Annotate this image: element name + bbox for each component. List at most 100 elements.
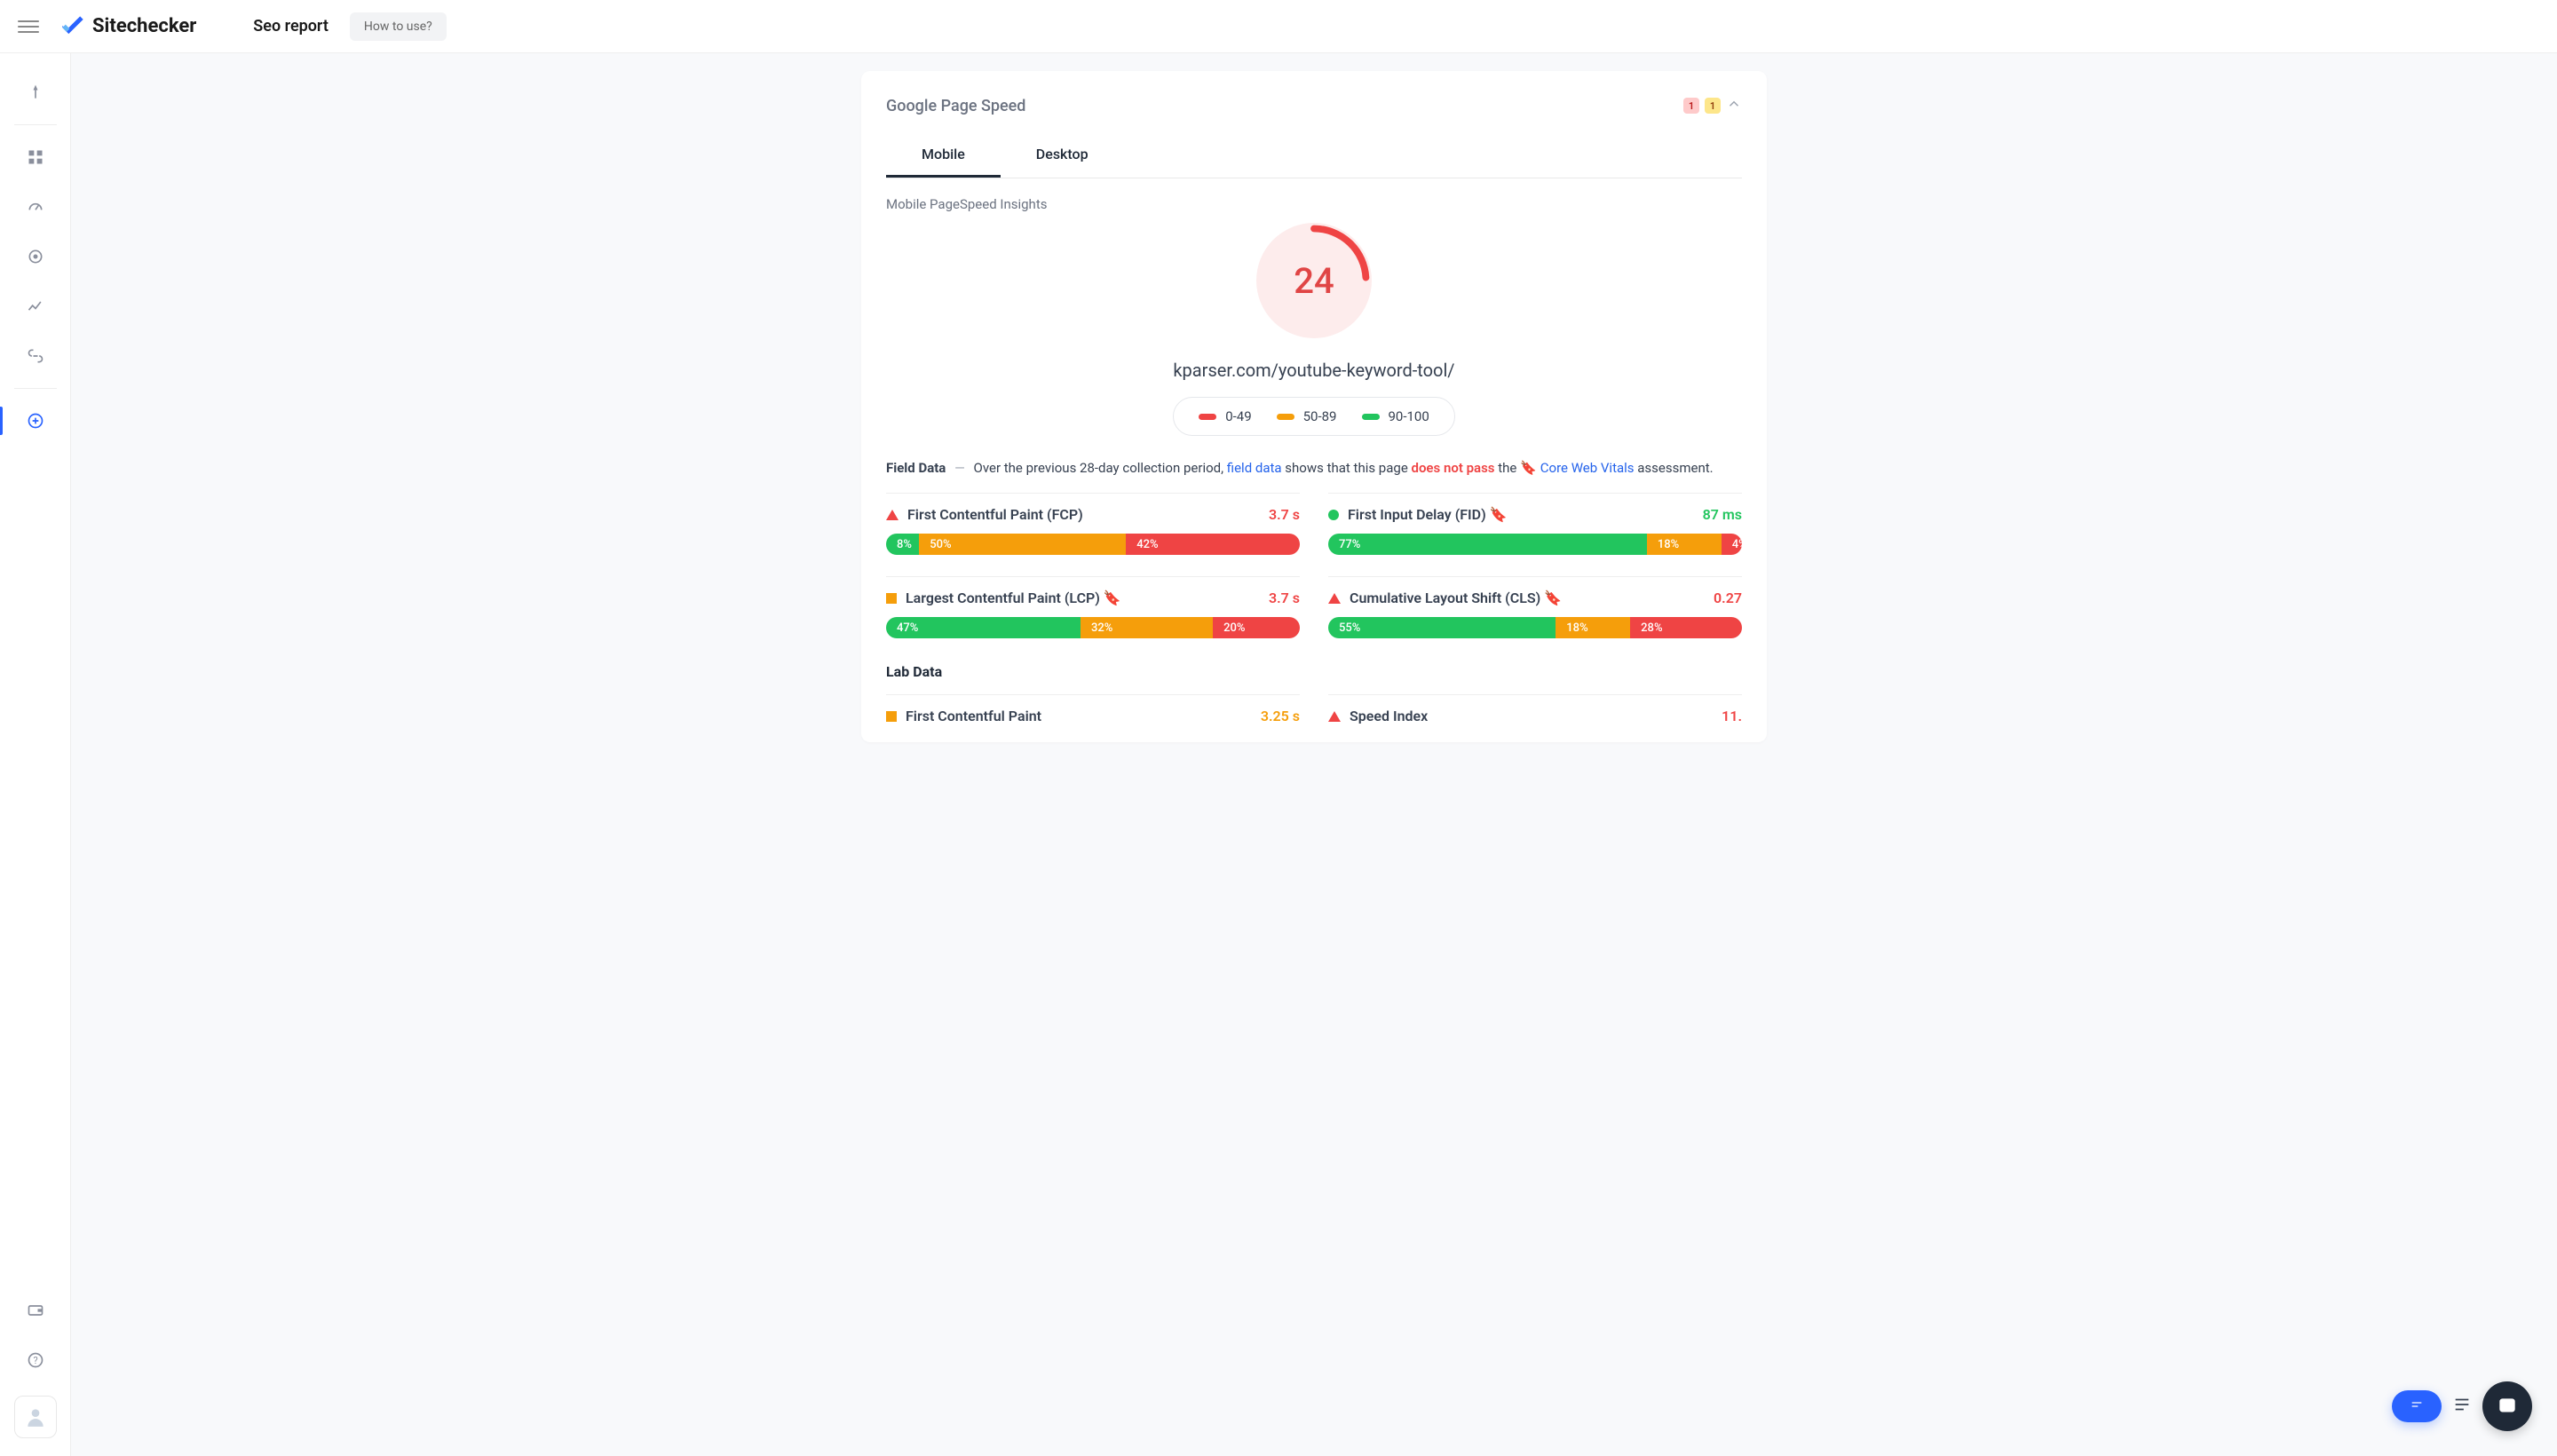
error-count-badge: 1	[1683, 98, 1699, 114]
bar-segment: 28%	[1630, 617, 1742, 638]
check-icon	[60, 14, 85, 39]
menu-toggle-icon[interactable]	[18, 16, 39, 37]
metric-name: First Input Delay (FID)🔖	[1348, 506, 1694, 523]
cwv-link[interactable]: Core Web Vitals	[1540, 460, 1635, 476]
bar-segment: 18%	[1647, 534, 1722, 555]
distribution-bar: 77%18%4%	[1328, 534, 1742, 555]
distribution-bar: 8%50%42%	[886, 534, 1300, 555]
legend-red: 0-49	[1225, 408, 1251, 424]
score-legend: 0-49 50-89 90-100	[1173, 397, 1455, 436]
brand-text: Sitechecker	[92, 15, 196, 37]
divider	[14, 124, 57, 125]
metric-row: First Input Delay (FID)🔖 87 ms 77%18%4%	[1328, 493, 1742, 555]
main-content: Google Page Speed 1 1 Mobile Desktop Mob…	[71, 53, 2557, 1456]
intercom-icon	[2496, 1395, 2519, 1418]
score-gauge: 24	[1256, 223, 1372, 338]
bar-segment: 4%	[1722, 534, 1742, 555]
how-to-button[interactable]: How to use?	[350, 12, 447, 41]
topbar: Sitechecker Seo report How to use?	[0, 0, 2557, 53]
user-avatar[interactable]	[14, 1396, 57, 1438]
metric-row: First Contentful Paint 3.25 s	[886, 694, 1300, 724]
metric-value: 87 ms	[1703, 506, 1742, 523]
pagespeed-card: Google Page Speed 1 1 Mobile Desktop Mob…	[861, 71, 1767, 742]
sidebar-item-link[interactable]	[14, 335, 57, 377]
sidebar-item-project[interactable]	[14, 71, 57, 114]
field-data-summary: Field Data — Over the previous 28-day co…	[886, 457, 1742, 479]
gauge-icon	[27, 198, 44, 216]
field-data-link[interactable]: field data	[1227, 460, 1282, 476]
sidebar-item-speed[interactable]	[14, 186, 57, 228]
bar-segment: 47%	[886, 617, 1081, 638]
tested-url: kparser.com/youtube-keyword-tool/	[1173, 360, 1454, 381]
metric-value: 3.25 s	[1261, 708, 1300, 724]
bar-segment: 55%	[1328, 617, 1556, 638]
sidebar: ?	[0, 53, 71, 1456]
help-icon: ?	[27, 1351, 44, 1369]
sidebar-item-help[interactable]: ?	[14, 1339, 57, 1381]
metric-name: First Contentful Paint	[906, 708, 1252, 724]
metric-row: First Contentful Paint (FCP) 3.7 s 8%50%…	[886, 493, 1300, 555]
bar-segment: 42%	[1126, 534, 1300, 555]
chat-fab[interactable]	[2392, 1390, 2442, 1422]
metric-name: First Contentful Paint (FCP)	[907, 506, 1260, 523]
sidebar-item-trend[interactable]	[14, 285, 57, 328]
metric-value: 3.7 s	[1269, 506, 1300, 523]
metric-row: Largest Contentful Paint (LCP)🔖 3.7 s 47…	[886, 576, 1300, 638]
bar-segment: 8%	[886, 534, 919, 555]
metric-name: Largest Contentful Paint (LCP)🔖	[906, 590, 1260, 606]
bookmark-icon: 🔖	[1544, 590, 1562, 606]
metric-value: 3.7 s	[1269, 590, 1300, 606]
page-title: Seo report	[253, 17, 329, 36]
sidebar-item-dashboard[interactable]	[14, 136, 57, 178]
metric-name: Cumulative Layout Shift (CLS)🔖	[1350, 590, 1705, 606]
distribution-bar: 47%32%20%	[886, 617, 1300, 638]
brand-logo[interactable]: Sitechecker	[60, 14, 196, 39]
warn-count-badge: 1	[1705, 98, 1721, 114]
insights-subtitle: Mobile PageSpeed Insights	[886, 196, 1742, 212]
bar-segment: 20%	[1213, 617, 1300, 638]
metric-value: 11.	[1722, 708, 1742, 724]
status-shape-icon	[886, 711, 897, 722]
trend-icon	[27, 297, 44, 315]
wallet-icon	[27, 1302, 44, 1319]
status-shape-icon	[1328, 711, 1341, 722]
metric-value: 0.27	[1714, 590, 1742, 606]
target-icon	[27, 248, 44, 265]
collapse-icon[interactable]	[1726, 96, 1742, 115]
pass-status: does not pass	[1412, 460, 1495, 476]
score-value: 24	[1256, 223, 1372, 338]
sidebar-item-wallet[interactable]	[14, 1289, 57, 1332]
svg-text:?: ?	[33, 1355, 37, 1366]
lab-data-title: Lab Data	[886, 663, 1742, 680]
card-title: Google Page Speed	[886, 97, 1025, 115]
metric-row: Speed Index 11.	[1328, 694, 1742, 724]
user-icon	[24, 1405, 47, 1428]
metric-name: Speed Index	[1350, 708, 1713, 724]
bar-segment: 32%	[1081, 617, 1213, 638]
bookmark-icon: 🔖	[1520, 460, 1537, 476]
bookmark-icon: 🔖	[1490, 506, 1508, 523]
bar-segment: 50%	[919, 534, 1126, 555]
legend-green: 90-100	[1389, 408, 1429, 424]
status-shape-icon	[886, 510, 899, 520]
tab-mobile[interactable]: Mobile	[886, 133, 1001, 178]
divider	[14, 388, 57, 389]
metric-row: Cumulative Layout Shift (CLS)🔖 0.27 55%1…	[1328, 576, 1742, 638]
status-shape-icon	[886, 593, 897, 604]
pin-icon	[27, 83, 44, 101]
notes-icon[interactable]	[2452, 1395, 2472, 1418]
field-data-label: Field Data	[886, 460, 946, 476]
distribution-bar: 55%18%28%	[1328, 617, 1742, 638]
legend-amber: 50-89	[1303, 408, 1337, 424]
tab-desktop[interactable]: Desktop	[1001, 133, 1124, 178]
bookmark-icon: 🔖	[1104, 590, 1121, 606]
sidebar-item-target[interactable]	[14, 235, 57, 278]
plus-circle-icon	[27, 412, 44, 430]
device-tabs: Mobile Desktop	[886, 133, 1742, 178]
grid-icon	[27, 148, 44, 166]
intercom-fab[interactable]	[2482, 1381, 2532, 1431]
chat-lines-icon	[2408, 1399, 2426, 1413]
bar-segment: 77%	[1328, 534, 1647, 555]
link-icon	[27, 347, 44, 365]
sidebar-item-add[interactable]	[14, 400, 57, 442]
